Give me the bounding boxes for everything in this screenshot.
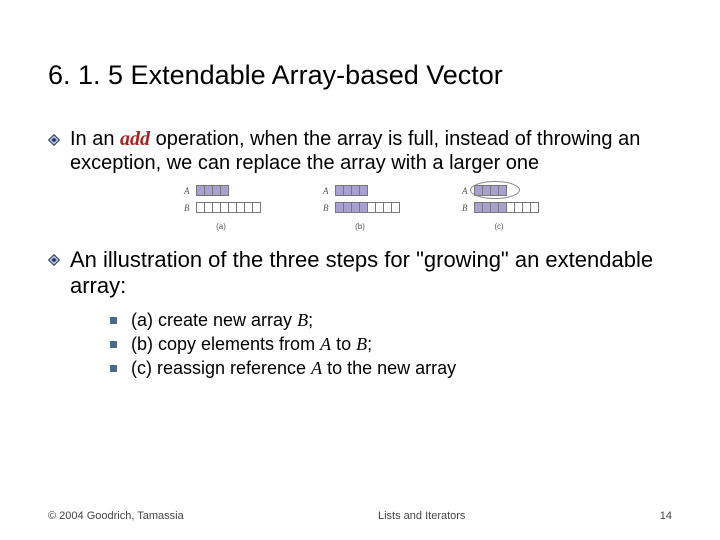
square-bullet-icon <box>110 341 117 348</box>
diagram-panel-b: A B (b) <box>321 184 400 231</box>
diagram: A B (a) A <box>48 184 672 231</box>
bullet-item-1: In an add operation, when the array is f… <box>48 127 672 176</box>
caption-b: (b) <box>355 222 365 231</box>
bullet-2-text: An illustration of the three steps for "… <box>70 247 672 300</box>
array-b-cells <box>196 202 261 213</box>
square-bullet-icon <box>110 317 117 324</box>
diagram-panel-c: A B (c) <box>460 184 539 231</box>
bullet-1-text: In an add operation, when the array is f… <box>70 127 672 176</box>
array-a-cells <box>196 185 229 196</box>
footer: © 2004 Goodrich, Tamassia Lists and Iter… <box>0 510 720 522</box>
emphasis-add: add <box>120 128 150 150</box>
copyright: © 2004 Goodrich, Tamassia <box>48 510 184 522</box>
caption-a: (a) <box>216 222 226 231</box>
diagram-panel-a: A B (a) <box>182 184 261 231</box>
slide-title: 6. 1. 5 Extendable Array-based Vector <box>48 60 672 91</box>
sub-item-c: (c) reassign reference A to the new arra… <box>110 358 672 379</box>
sub-item-a: (a) create new array B; <box>110 310 672 331</box>
array-label-b: B <box>182 203 190 213</box>
diamond-bullet-icon <box>48 254 60 266</box>
square-bullet-icon <box>110 365 117 372</box>
sub-item-b: (b) copy elements from A to B; <box>110 334 672 355</box>
bullet-item-2: An illustration of the three steps for "… <box>48 247 672 300</box>
array-label-a: A <box>182 186 190 196</box>
caption-c: (c) <box>494 222 503 231</box>
sub-list: (a) create new array B; (b) copy element… <box>110 310 672 379</box>
page-number: 14 <box>660 510 672 522</box>
footer-center: Lists and Iterators <box>184 510 660 522</box>
diamond-bullet-icon <box>48 134 60 146</box>
